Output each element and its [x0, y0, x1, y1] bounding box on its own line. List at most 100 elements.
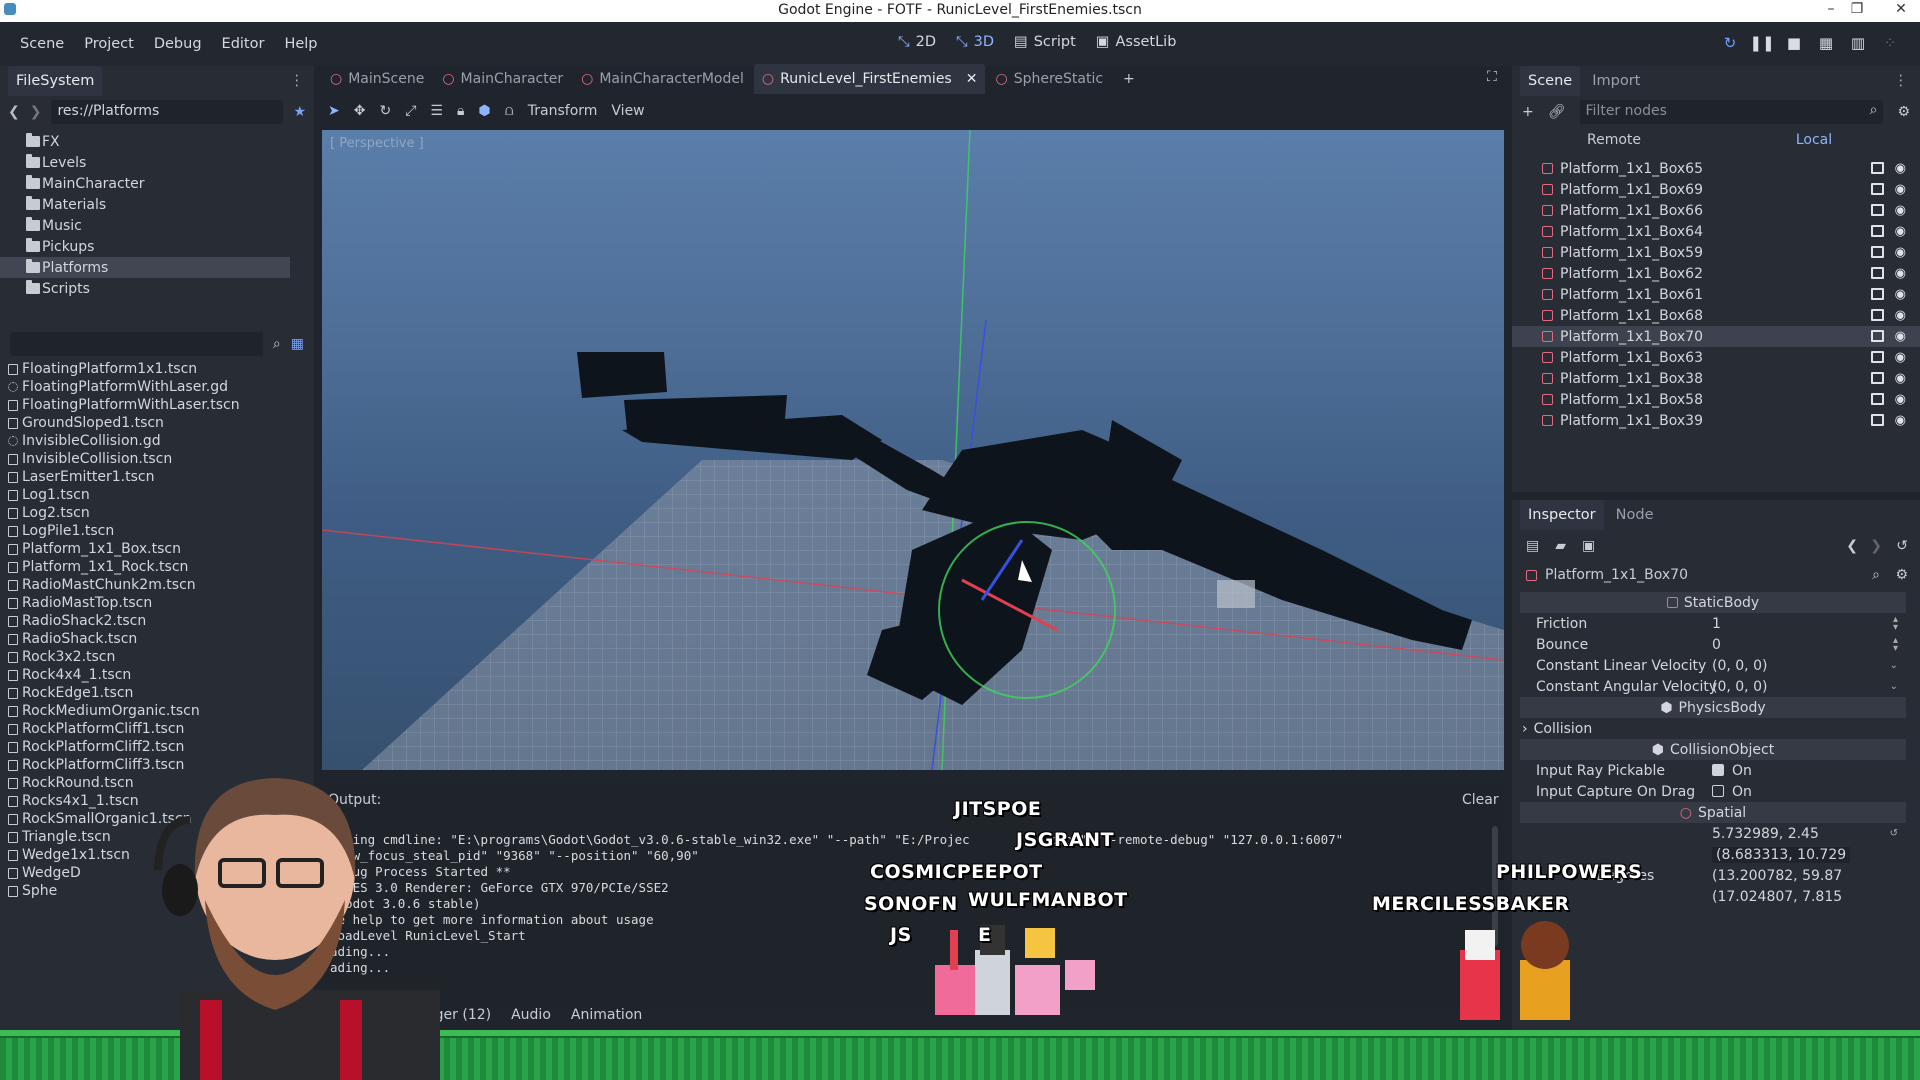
file-item[interactable]: RockMediumOrganic.tscn [4, 702, 314, 720]
mode-2d-button[interactable]: ⤡ 2D [898, 34, 936, 50]
file-item[interactable]: GroundSloped1.tscn [4, 414, 314, 432]
scene-tab[interactable]: ○ MainCharacterModel [573, 64, 752, 94]
history-forward-icon[interactable]: ❯ [1870, 538, 1882, 554]
scene-node-row[interactable]: Platform_1x1_Box65 ◉ [1512, 158, 1920, 179]
history-icon[interactable]: ↺ [1896, 538, 1908, 554]
back-icon[interactable]: ❮ [8, 104, 20, 120]
visibility-eye-icon[interactable]: ◉ [1895, 287, 1906, 302]
menu-debug[interactable]: Debug [144, 36, 212, 52]
file-item[interactable]: RadioShack2.tscn [4, 612, 314, 630]
filter-nodes-input[interactable]: Filter nodes ⌕ [1579, 100, 1884, 124]
select-tool-icon[interactable]: ➤ [328, 103, 340, 119]
prop-scale[interactable]: (17.024807, 7.815 [1512, 886, 1920, 907]
file-item[interactable]: Log1.tscn [4, 486, 314, 504]
open-scene-icon[interactable] [1871, 267, 1884, 279]
play-scene-icon[interactable]: ▦ [1810, 34, 1842, 52]
add-tab-icon[interactable]: + [1123, 71, 1135, 87]
scene-tab[interactable]: ○ MainScene [322, 64, 432, 94]
file-item[interactable]: RadioShack.tscn [4, 630, 314, 648]
open-scene-icon[interactable] [1871, 204, 1884, 216]
pause-icon[interactable]: ❚❚ [1746, 34, 1778, 52]
menu-project[interactable]: Project [74, 36, 144, 52]
prop-collision[interactable]: › Collision [1512, 718, 1920, 739]
mode-script-button[interactable]: ▤ Script [1014, 34, 1076, 50]
open-scene-icon[interactable] [1871, 414, 1884, 426]
transform-menu[interactable]: Transform [528, 103, 598, 119]
visibility-eye-icon[interactable]: ◉ [1895, 266, 1906, 281]
play-custom-icon[interactable]: ▥ [1842, 34, 1874, 52]
scene-node-row[interactable]: Platform_1x1_Box62 ◉ [1512, 263, 1920, 284]
folder-item[interactable]: MainCharacter [0, 173, 314, 194]
open-scene-icon[interactable] [1871, 162, 1884, 174]
list-tool-icon[interactable]: ☰ [430, 103, 443, 119]
path-field[interactable]: res://Platforms [51, 100, 284, 124]
file-item[interactable]: LogPile1.tscn [4, 522, 314, 540]
visibility-eye-icon[interactable]: ◉ [1895, 413, 1906, 428]
visibility-eye-icon[interactable]: ◉ [1895, 245, 1906, 260]
local-tab[interactable]: Local [1716, 132, 1912, 148]
scene-node-row[interactable]: Platform_1x1_Box68 ◉ [1512, 305, 1920, 326]
scene-tab[interactable]: ○ SphereStatic [987, 64, 1111, 94]
tab-audio[interactable]: Audio [511, 1007, 551, 1023]
file-search-input[interactable] [10, 332, 263, 356]
reset-icon[interactable]: ↺ [1890, 828, 1898, 838]
friction-value[interactable]: 1 [1712, 616, 1721, 632]
translation-value[interactable]: 5.732989, 2.45 [1712, 826, 1819, 842]
search-icon[interactable]: ⌕ [1872, 567, 1880, 583]
scene-node-row[interactable]: Platform_1x1_Box64 ◉ [1512, 221, 1920, 242]
open-scene-icon[interactable] [1871, 246, 1884, 258]
object-settings-icon[interactable]: ⚙ [1895, 567, 1908, 583]
chevron-down-icon[interactable]: ⌄ [1890, 681, 1898, 691]
rotate-tool-icon[interactable]: ↻ [379, 103, 391, 119]
save-icon[interactable]: ▣ [1582, 538, 1595, 554]
file-item[interactable]: RockPlatformCliff1.tscn [4, 720, 314, 738]
scene-node-row[interactable]: Platform_1x1_Box61 ◉ [1512, 284, 1920, 305]
rotation-value[interactable]: (8.683313, 10.729 [1712, 846, 1851, 863]
local-space-icon[interactable]: ⬢ [478, 103, 490, 119]
scene-node-row[interactable]: Platform_1x1_Box59 ◉ [1512, 242, 1920, 263]
snap-icon[interactable]: ⩍ [505, 103, 514, 119]
scene-node-row[interactable]: Platform_1x1_Box66 ◉ [1512, 200, 1920, 221]
visibility-eye-icon[interactable]: ◉ [1895, 224, 1906, 239]
file-item[interactable]: LaserEmitter1.tscn [4, 468, 314, 486]
visibility-eye-icon[interactable]: ◉ [1895, 161, 1906, 176]
file-item[interactable]: InvisibleCollision.gd [4, 432, 314, 450]
history-back-icon[interactable]: ❮ [1846, 538, 1858, 554]
mode-3d-button[interactable]: ⤡ 3D [956, 34, 994, 50]
close-window-button[interactable]: ✕ [1886, 1, 1916, 17]
file-item[interactable]: Rock4x4_1.tscn [4, 666, 314, 684]
visibility-eye-icon[interactable]: ◉ [1895, 329, 1906, 344]
open-scene-icon[interactable] [1871, 225, 1884, 237]
folder-item[interactable]: Pickups [0, 236, 314, 257]
node-options-icon[interactable]: ⚙ [1897, 104, 1910, 120]
folder-item[interactable]: FX [0, 131, 314, 152]
file-item[interactable]: RadioMastTop.tscn [4, 594, 314, 612]
forward-icon[interactable]: ❯ [30, 104, 42, 120]
view-menu[interactable]: View [611, 103, 644, 119]
file-item[interactable]: Platform_1x1_Rock.tscn [4, 558, 314, 576]
open-scene-icon[interactable] [1871, 309, 1884, 321]
tab-animation[interactable]: Animation [571, 1007, 642, 1023]
new-resource-icon[interactable]: ▤ [1526, 538, 1539, 554]
menu-scene[interactable]: Scene [10, 36, 74, 52]
open-folder-icon[interactable]: ▰ [1555, 538, 1566, 554]
rotation-degrees-value[interactable]: (13.200782, 59.87 [1712, 868, 1842, 884]
tab-import[interactable]: Import [1584, 66, 1648, 96]
prop-bounce[interactable]: Bounce 0 ▴ ▾ [1512, 634, 1920, 655]
dock-menu-icon[interactable]: ⋮ [1894, 73, 1909, 89]
fullscreen-icon[interactable]: ⛶ [1487, 69, 1497, 85]
prop-friction[interactable]: Friction 1 ▴ ▾ [1512, 613, 1920, 634]
folder-item[interactable]: Levels [0, 152, 314, 173]
tab-scene[interactable]: Scene [1520, 66, 1581, 96]
checkbox-unchecked[interactable] [1712, 784, 1724, 797]
tab-filesystem[interactable]: FileSystem [8, 66, 103, 96]
linear-velocity-value[interactable]: (0, 0, 0) [1712, 658, 1767, 674]
angular-velocity-value[interactable]: (0, 0, 0) [1712, 679, 1767, 695]
spin-icon[interactable]: ▴ ▾ [1893, 614, 1898, 632]
folder-item[interactable]: Music [0, 215, 314, 236]
add-node-icon[interactable]: + [1522, 104, 1534, 120]
scale-value[interactable]: (17.024807, 7.815 [1712, 889, 1842, 905]
open-scene-icon[interactable] [1871, 393, 1884, 405]
visibility-eye-icon[interactable]: ◉ [1895, 350, 1906, 365]
scene-node-row[interactable]: Platform_1x1_Box63 ◉ [1512, 347, 1920, 368]
